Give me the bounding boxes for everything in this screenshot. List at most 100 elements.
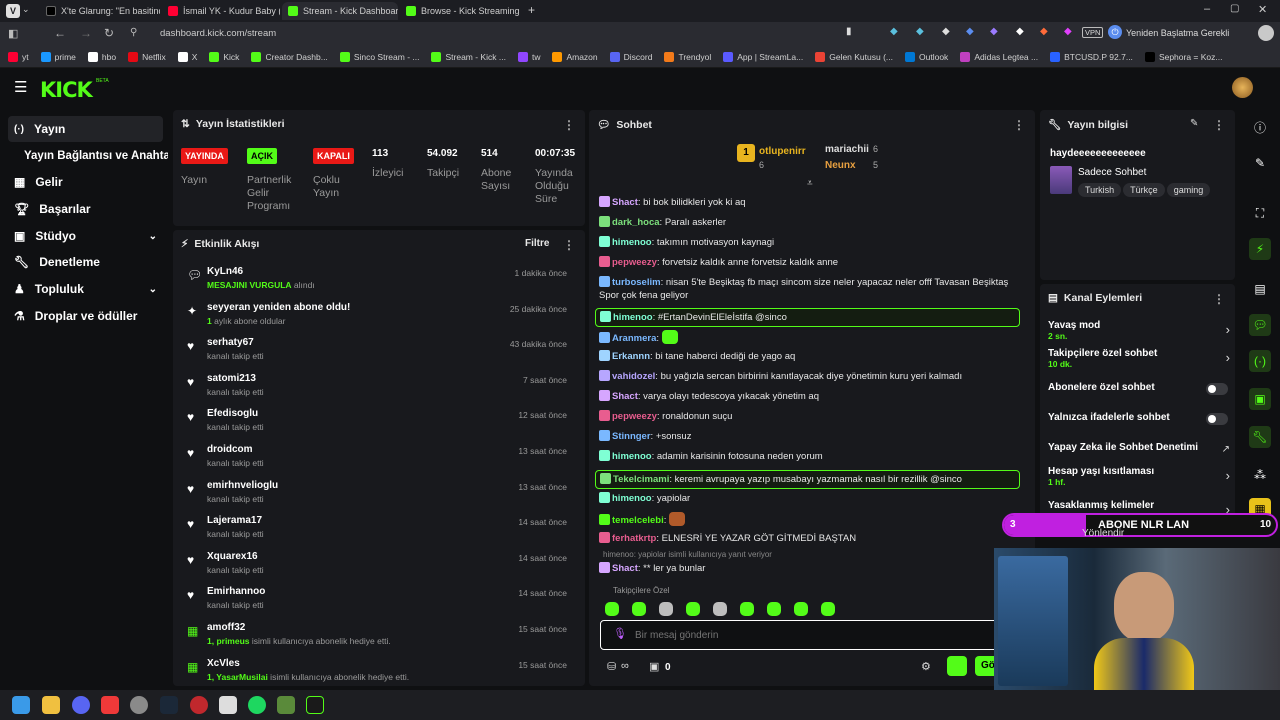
emote-icon[interactable] bbox=[794, 602, 808, 616]
kick-logo[interactable]: KICK bbox=[40, 78, 93, 102]
emote-icon[interactable] bbox=[659, 602, 673, 616]
sidebar-toggle-icon[interactable]: ◧ bbox=[8, 27, 18, 40]
hamburger-menu-icon[interactable]: ☰ bbox=[14, 78, 27, 96]
activity-name[interactable]: emirhnvelioglu bbox=[207, 480, 278, 491]
chat-input-box[interactable]: 🎙︎ ☺ bbox=[600, 620, 1030, 650]
emote-icon[interactable] bbox=[686, 602, 700, 616]
bookmark-item[interactable]: Gelen Kutusu (... bbox=[815, 51, 893, 62]
toggle-switch[interactable] bbox=[1206, 383, 1228, 395]
activity-name[interactable]: KyLn46 bbox=[207, 266, 243, 277]
activity-name[interactable]: Efedisoglu bbox=[207, 408, 258, 419]
extension-icon[interactable]: ◆ bbox=[942, 26, 950, 37]
bookmark-item[interactable]: Adidas Legtea ... bbox=[960, 51, 1038, 62]
sidebar-item-gelir[interactable]: ▦ Gelir bbox=[8, 169, 163, 195]
tag[interactable]: gaming bbox=[1166, 183, 1211, 197]
activity-name[interactable]: satomi213 bbox=[207, 373, 256, 384]
profile-avatar[interactable] bbox=[1258, 25, 1274, 41]
tab-kick-dashboard[interactable]: Stream - Kick Dashboard bbox=[282, 2, 398, 20]
tab-x[interactable]: X'te Glarung: "En basitinde bbox=[40, 2, 160, 20]
chat-settings-icon[interactable]: ⚙︎ bbox=[921, 660, 931, 673]
edit-icon[interactable]: ✎ bbox=[1190, 118, 1198, 129]
activity-name[interactable]: Emirhannoo bbox=[207, 586, 265, 597]
emote-icon[interactable] bbox=[713, 602, 727, 616]
gift-icon[interactable]: ▣ bbox=[649, 660, 659, 673]
url-field[interactable]: dashboard.kick.com/stream bbox=[160, 28, 276, 39]
sidebar-item-topluluk[interactable]: ♟ Topluluk ⌄ bbox=[8, 276, 163, 302]
tab-list-chevron-icon[interactable]: ⌄ bbox=[22, 4, 30, 15]
sidebar-item-studyo[interactable]: ▣ Stüdyo ⌄ bbox=[8, 223, 163, 249]
channel-action-item[interactable]: Yavaş mod 2 sn. › bbox=[1048, 320, 1230, 341]
bookmark-item[interactable]: Trendyol bbox=[664, 51, 711, 62]
new-tab-icon[interactable]: + bbox=[528, 3, 535, 17]
sidebar-item-basarilar[interactable]: 🏆︎ Başarılar bbox=[8, 196, 163, 222]
chat-username[interactable]: Erkannn bbox=[612, 351, 650, 362]
chat-username[interactable]: temelcelebi bbox=[612, 515, 664, 526]
bookmark-item[interactable]: hbo bbox=[87, 51, 116, 62]
user-avatar[interactable] bbox=[1232, 77, 1253, 98]
emote-icon[interactable] bbox=[821, 602, 835, 616]
external-link-icon[interactable]: ↗ bbox=[1222, 444, 1230, 455]
chat-input[interactable] bbox=[635, 627, 935, 643]
toggle-switch[interactable] bbox=[1206, 413, 1228, 425]
bookmark-item[interactable]: Outlook bbox=[905, 51, 948, 62]
channel-action-item[interactable]: Yasaklanmış kelimeler › bbox=[1048, 500, 1230, 517]
maximize-icon[interactable]: ▢ bbox=[1230, 3, 1239, 14]
steam-icon[interactable] bbox=[160, 696, 178, 714]
extension-icon[interactable]: ◆ bbox=[890, 26, 898, 37]
lightning-icon[interactable]: ⚡︎ bbox=[1249, 238, 1271, 260]
studio-icon[interactable]: ▣ bbox=[1249, 388, 1271, 410]
extension-icon[interactable]: ◆ bbox=[990, 26, 998, 37]
extension-icon[interactable]: ◆ bbox=[1064, 26, 1072, 37]
spotify-icon[interactable] bbox=[248, 696, 266, 714]
tag[interactable]: Turkish bbox=[1078, 183, 1122, 197]
info-icon[interactable]: ⓘ bbox=[1249, 116, 1271, 138]
chat-icon[interactable]: 💬︎ bbox=[1249, 314, 1271, 336]
emote-icon[interactable] bbox=[767, 602, 781, 616]
file-explorer-icon[interactable] bbox=[42, 696, 60, 714]
windows-start-icon[interactable] bbox=[12, 696, 30, 714]
reload-icon[interactable]: ↻ bbox=[104, 26, 114, 40]
chat-username[interactable]: ferhatkrtp bbox=[612, 533, 656, 544]
extension-icon[interactable]: ◆ bbox=[1040, 26, 1048, 37]
extension-icon[interactable]: ◆ bbox=[1016, 26, 1024, 37]
channel-action-item[interactable]: Abonelere özel sohbet bbox=[1048, 382, 1230, 395]
chat-username[interactable]: Stinnger bbox=[612, 431, 651, 442]
bookmark-item[interactable]: Amazon bbox=[552, 51, 598, 62]
capture-icon[interactable]: ⛶ bbox=[1249, 202, 1271, 224]
chat-username[interactable]: himenoo bbox=[612, 451, 652, 462]
extension-icon[interactable]: ◆ bbox=[966, 26, 974, 37]
restart-required-label[interactable]: Yeniden Başlatma Gerekli bbox=[1126, 28, 1229, 38]
chat-username[interactable]: Shact bbox=[612, 563, 638, 574]
tab-kick-browse[interactable]: Browse - Kick Streaming bbox=[400, 2, 520, 20]
activity-name[interactable]: seyyeran yeniden abone oldu! bbox=[207, 302, 350, 313]
app-icon[interactable] bbox=[277, 696, 295, 714]
app-icon[interactable] bbox=[190, 696, 208, 714]
channel-action-item[interactable]: Yapay Zeka ile Sohbet Denetimi ↗ bbox=[1048, 442, 1230, 455]
bookmark-item[interactable]: Discord bbox=[609, 51, 652, 62]
back-icon[interactable]: ← bbox=[54, 26, 66, 40]
channel-action-item[interactable]: Takipçilere özel sohbet 10 dk. › bbox=[1048, 348, 1230, 369]
bookmark-icon[interactable]: ▮ bbox=[846, 26, 852, 37]
bookmark-item[interactable]: Netflix bbox=[128, 51, 166, 62]
chat-username[interactable]: dark_hoca bbox=[612, 217, 660, 228]
sidebar-item-denetleme[interactable]: 🔧︎ Denetleme bbox=[8, 249, 163, 275]
vivaldi-icon[interactable] bbox=[101, 696, 119, 714]
chat-username[interactable]: Aranmera bbox=[612, 333, 656, 344]
activity-name[interactable]: amoff32 bbox=[207, 622, 245, 633]
vpn-button[interactable]: VPN bbox=[1082, 27, 1104, 38]
obs-icon[interactable] bbox=[130, 696, 148, 714]
document-icon[interactable]: ▤ bbox=[1249, 278, 1271, 300]
chat-username[interactable]: pepweezy bbox=[612, 257, 657, 268]
chat-username[interactable]: vahidozel bbox=[612, 371, 655, 382]
discord-icon[interactable] bbox=[72, 696, 90, 714]
bookmark-item[interactable]: Sinco Stream - ... bbox=[339, 51, 419, 62]
activity-name[interactable]: droidcom bbox=[207, 444, 253, 455]
activity-name[interactable]: Lajerama17 bbox=[207, 515, 262, 526]
bookmark-item[interactable]: tw bbox=[517, 51, 540, 62]
bookmark-item[interactable]: Creator Dashb... bbox=[251, 51, 328, 62]
sidebar-item-droplar[interactable]: ⚗ Droplar ve ödüller bbox=[8, 303, 163, 329]
chat-username[interactable]: Shact bbox=[612, 197, 638, 208]
site-info-icon[interactable]: ⚲ bbox=[130, 27, 137, 38]
emote-icon[interactable] bbox=[605, 602, 619, 616]
sidebar-item-yayin[interactable]: (·) Yayın bbox=[8, 116, 163, 142]
